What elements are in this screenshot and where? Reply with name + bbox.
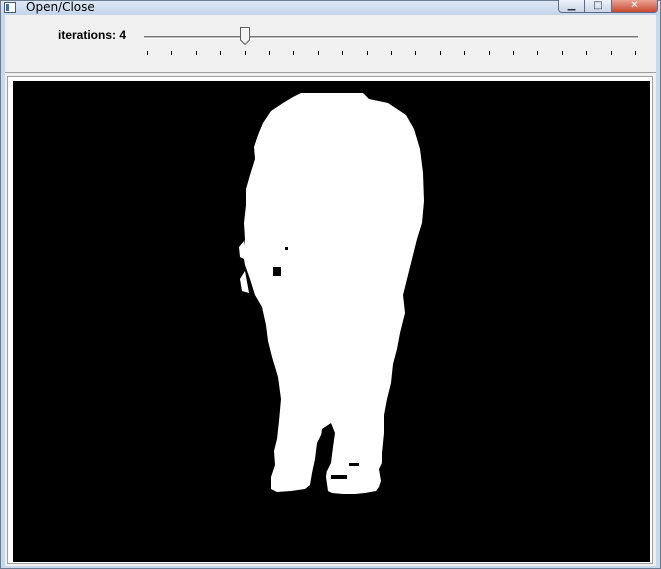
mask-image <box>13 81 650 562</box>
iterations-label: iterations: 4 <box>58 28 127 42</box>
close-button[interactable]: ✕ <box>612 0 658 13</box>
minimize-icon: ▁ <box>567 0 576 11</box>
trackbar-panel: iterations: 4 <box>5 15 656 73</box>
app-icon[interactable] <box>4 2 16 13</box>
slider-tick <box>586 51 587 55</box>
slider-tick <box>342 51 343 55</box>
slider-tick <box>367 51 368 55</box>
slider-tick <box>171 51 172 55</box>
slider-ticks <box>147 51 637 57</box>
slider-tick <box>611 51 612 55</box>
slider-tick <box>464 51 465 55</box>
maximize-button[interactable]: □ <box>585 0 612 13</box>
title-bar[interactable]: Open/Close ▁ □ ✕ <box>1 0 660 15</box>
slider-tick <box>318 51 319 55</box>
image-frame <box>7 76 653 564</box>
slider-tick <box>293 51 294 55</box>
slider-tick <box>537 51 538 55</box>
maximize-icon: □ <box>593 0 603 11</box>
slider-tick <box>440 51 441 55</box>
app-window: Open/Close ▁ □ ✕ iterations: 4 <box>0 0 661 569</box>
close-icon: ✕ <box>630 0 639 11</box>
slider-tick <box>269 51 270 55</box>
caption-buttons: ▁ □ ✕ <box>558 0 658 13</box>
slider-tick <box>196 51 197 55</box>
slider-tick <box>245 51 246 55</box>
slider-tick <box>562 51 563 55</box>
iterations-slider[interactable] <box>144 25 638 59</box>
slider-track[interactable] <box>144 36 638 39</box>
slider-tick <box>391 51 392 55</box>
slider-tick <box>513 51 514 55</box>
minimize-button[interactable]: ▁ <box>558 0 585 13</box>
window-title: Open/Close <box>26 0 95 14</box>
slider-tick <box>635 51 636 55</box>
slider-tick <box>489 51 490 55</box>
slider-tick <box>415 51 416 55</box>
slider-tick <box>147 51 148 55</box>
binary-mask-image <box>13 81 650 562</box>
slider-thumb[interactable] <box>240 27 250 45</box>
client-area: iterations: 4 <box>5 15 656 566</box>
slider-tick <box>220 51 221 55</box>
